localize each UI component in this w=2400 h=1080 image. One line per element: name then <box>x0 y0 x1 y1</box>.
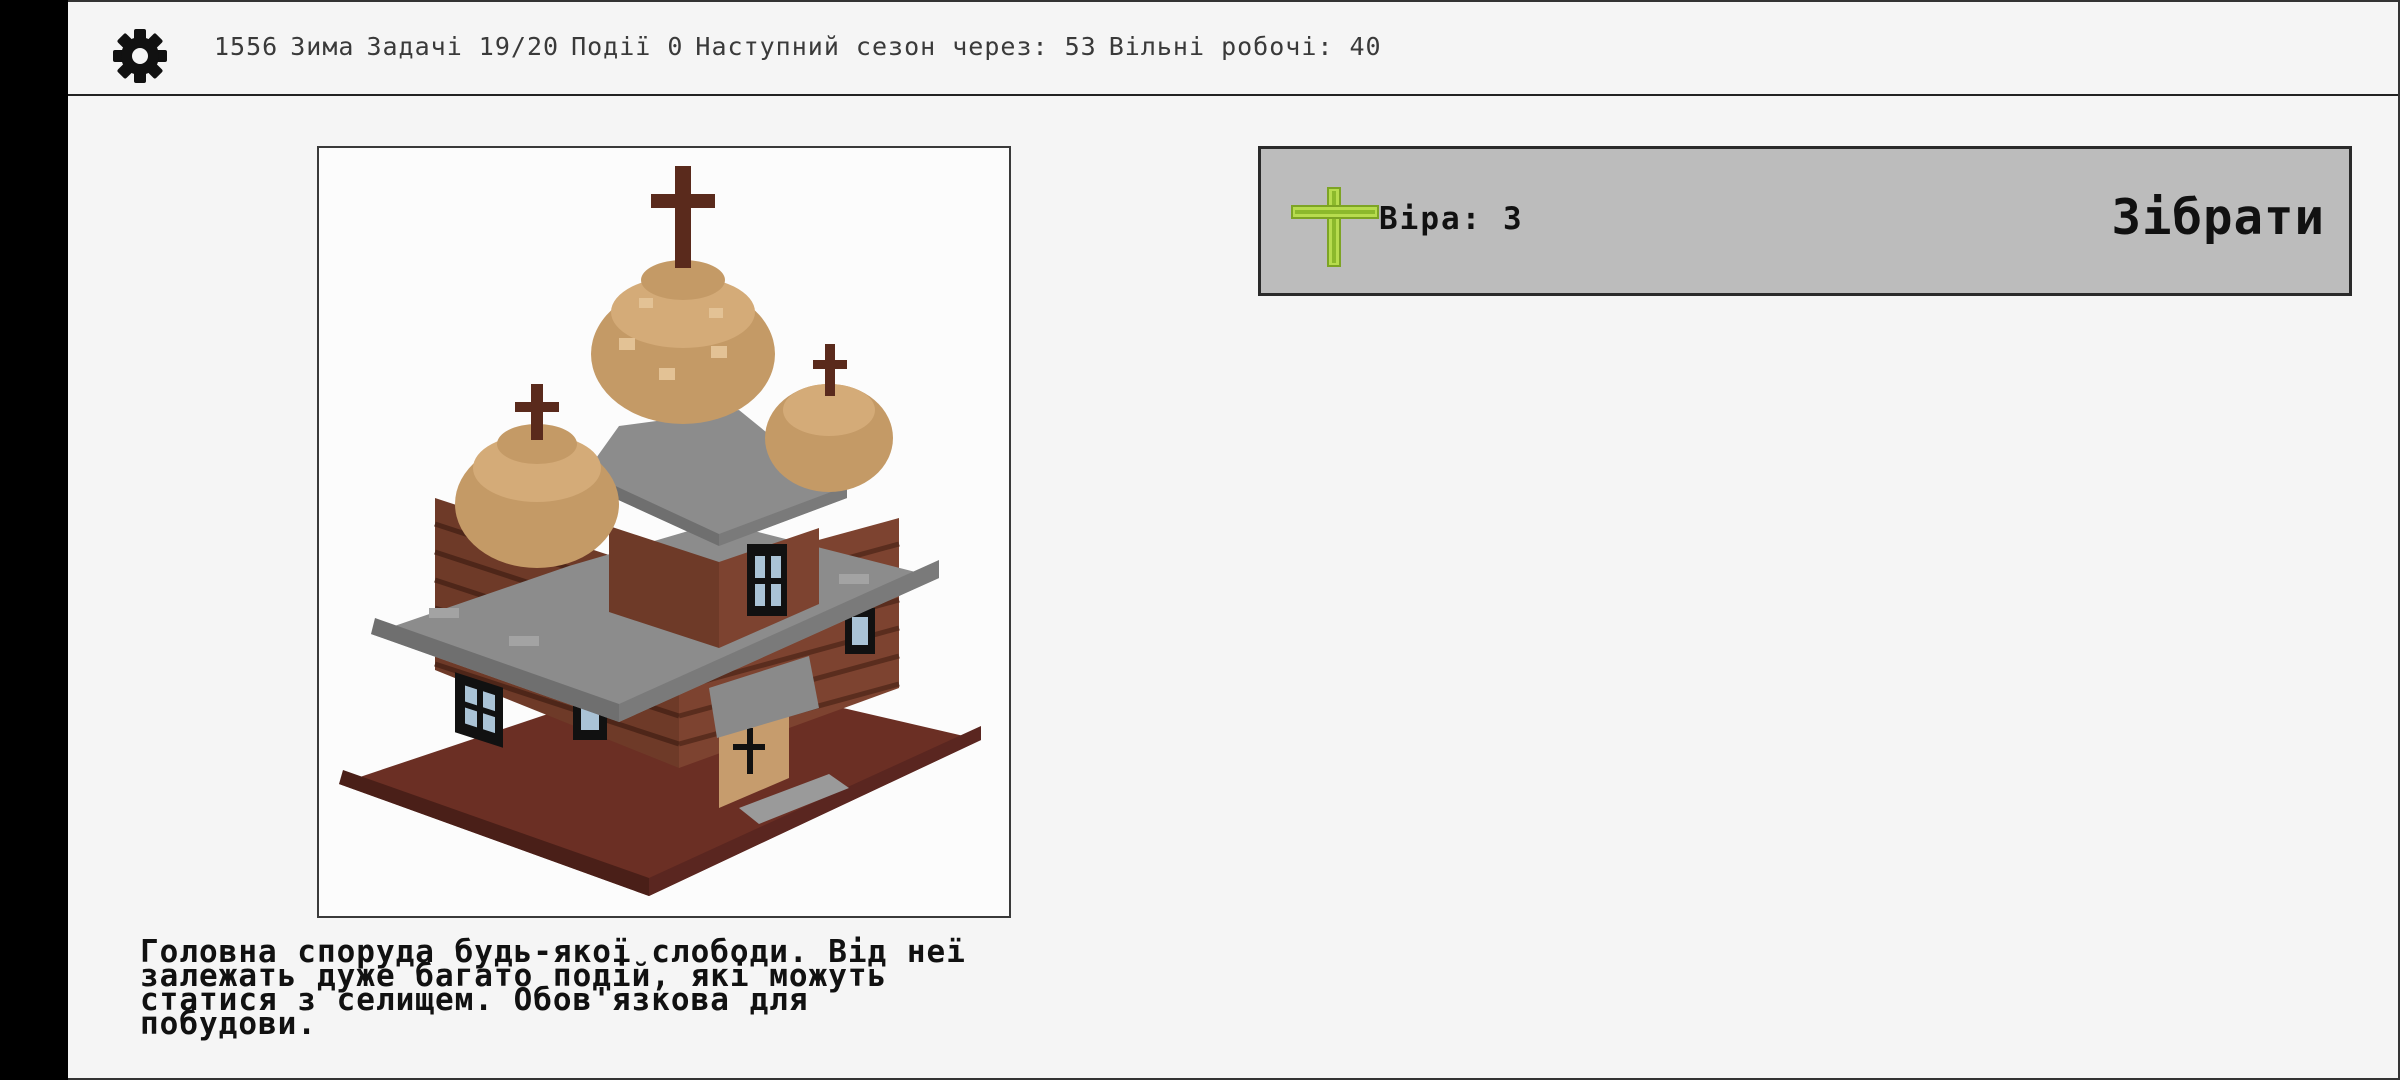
year-text: 1556 <box>214 32 279 61</box>
top-status-bar: 1556 Зима Задачі 19/20 Події 0 Наступний сез… <box>68 0 2398 96</box>
next-season-text: Наступний сезон через: 53 <box>695 32 1097 61</box>
free-workers-text: Вільні робочі: 40 <box>1108 32 1382 61</box>
resource-panel: Віра: 3 Зібрати <box>1258 146 2352 296</box>
tasks-text: Задачі 19/20 <box>366 32 560 61</box>
gear-icon[interactable] <box>112 28 168 84</box>
faith-label: Віра: 3 <box>1379 201 1524 237</box>
status-line: 1556 Зима Задачі 19/20 Події 0 Наступний сез… <box>214 32 1394 61</box>
building-description: Головна споруда будь-якої слободи. Від н… <box>140 934 966 1042</box>
season-text: Зима <box>290 32 355 61</box>
app-window: 1556 Зима Задачі 19/20 Події 0 Наступний сез… <box>68 0 2400 1080</box>
wooden-church-image <box>339 166 981 896</box>
left-black-bar <box>0 0 68 1080</box>
cross-icon <box>1289 185 1381 269</box>
building-image-frame <box>317 146 1011 918</box>
collect-button[interactable]: Зібрати <box>2111 189 2325 246</box>
events-text: Події 0 <box>571 32 684 61</box>
